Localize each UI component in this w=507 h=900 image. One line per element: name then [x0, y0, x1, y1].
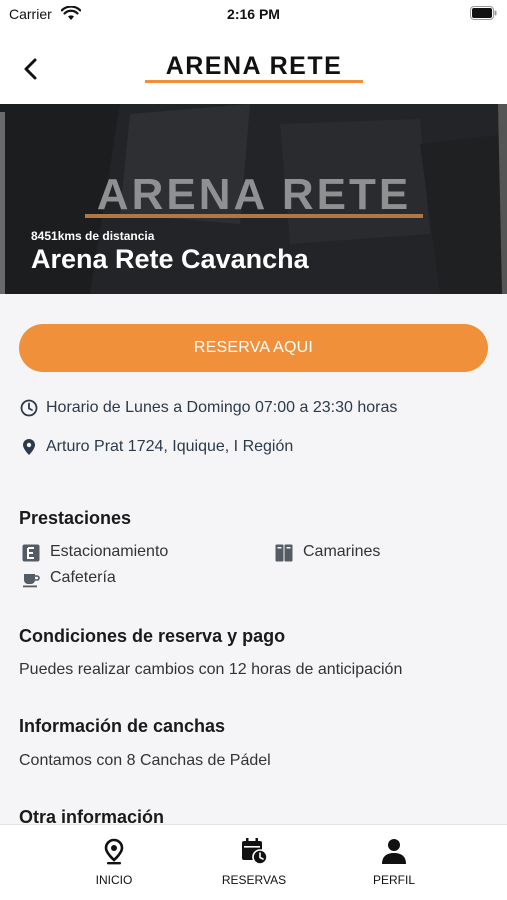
tab-label: RESERVAS: [221, 873, 287, 887]
address-text: Arturo Prat 1724, Iquique, I Región: [46, 438, 294, 455]
coffee-icon: [23, 574, 40, 588]
arena-rete-logo: ARENA RETE: [145, 52, 363, 83]
person-icon: [382, 839, 406, 864]
clock-label: 2:16 PM: [227, 6, 280, 22]
prestaciones-title: Prestaciones: [19, 508, 132, 528]
otra-informacion-title: Otra información: [19, 807, 165, 824]
hero-banner: ARENA RETE 8451kms de distancia Arena Re…: [0, 104, 507, 294]
back-button[interactable]: [16, 54, 46, 84]
calendar-clock-icon: [242, 838, 268, 865]
tab-perfil[interactable]: PERFIL: [339, 837, 449, 893]
tab-reservas[interactable]: RESERVAS: [199, 837, 309, 893]
locker-icon: [275, 544, 293, 562]
amenity-label: Cafetería: [50, 569, 116, 586]
amenity-label: Camarines: [303, 543, 381, 560]
clock-icon: [20, 399, 38, 417]
venue-title: Arena Rete Cavancha: [31, 244, 309, 274]
tab-inicio[interactable]: INICIO: [59, 837, 169, 893]
venue-details: RESERVA AQUI Horario de Lunes a Domingo …: [0, 294, 507, 824]
condiciones-title: Condiciones de reserva y pago: [19, 626, 286, 646]
condiciones-text: Puedes realizar cambios con 12 horas de …: [19, 661, 403, 678]
parking-icon: [22, 544, 40, 562]
tab-label: INICIO: [95, 873, 133, 887]
canchas-title: Información de canchas: [19, 716, 226, 736]
tab-bar: INICIO RESERVAS PERFIL: [0, 824, 507, 900]
svg-text:ARENA RETE: ARENA RETE: [166, 52, 343, 80]
amenity-label: Estacionamiento: [50, 543, 169, 560]
location-pin-icon: [23, 439, 35, 455]
nav-bar: ARENA RETE: [0, 32, 507, 104]
tab-label: PERFIL: [372, 873, 415, 887]
reserve-button[interactable]: RESERVA AQUI: [19, 324, 488, 372]
schedule-text: Horario de Lunes a Domingo 07:00 a 23:30…: [46, 399, 398, 416]
canchas-text: Contamos con 8 Canchas de Pádel: [19, 752, 271, 769]
status-bar: Carrier 2:16 PM: [0, 0, 507, 32]
location-pin-icon: [104, 838, 124, 865]
battery-icon: [470, 6, 497, 20]
svg-text:ARENA RETE: ARENA RETE: [97, 170, 411, 219]
distance-label: 8451kms de distancia: [31, 229, 155, 243]
